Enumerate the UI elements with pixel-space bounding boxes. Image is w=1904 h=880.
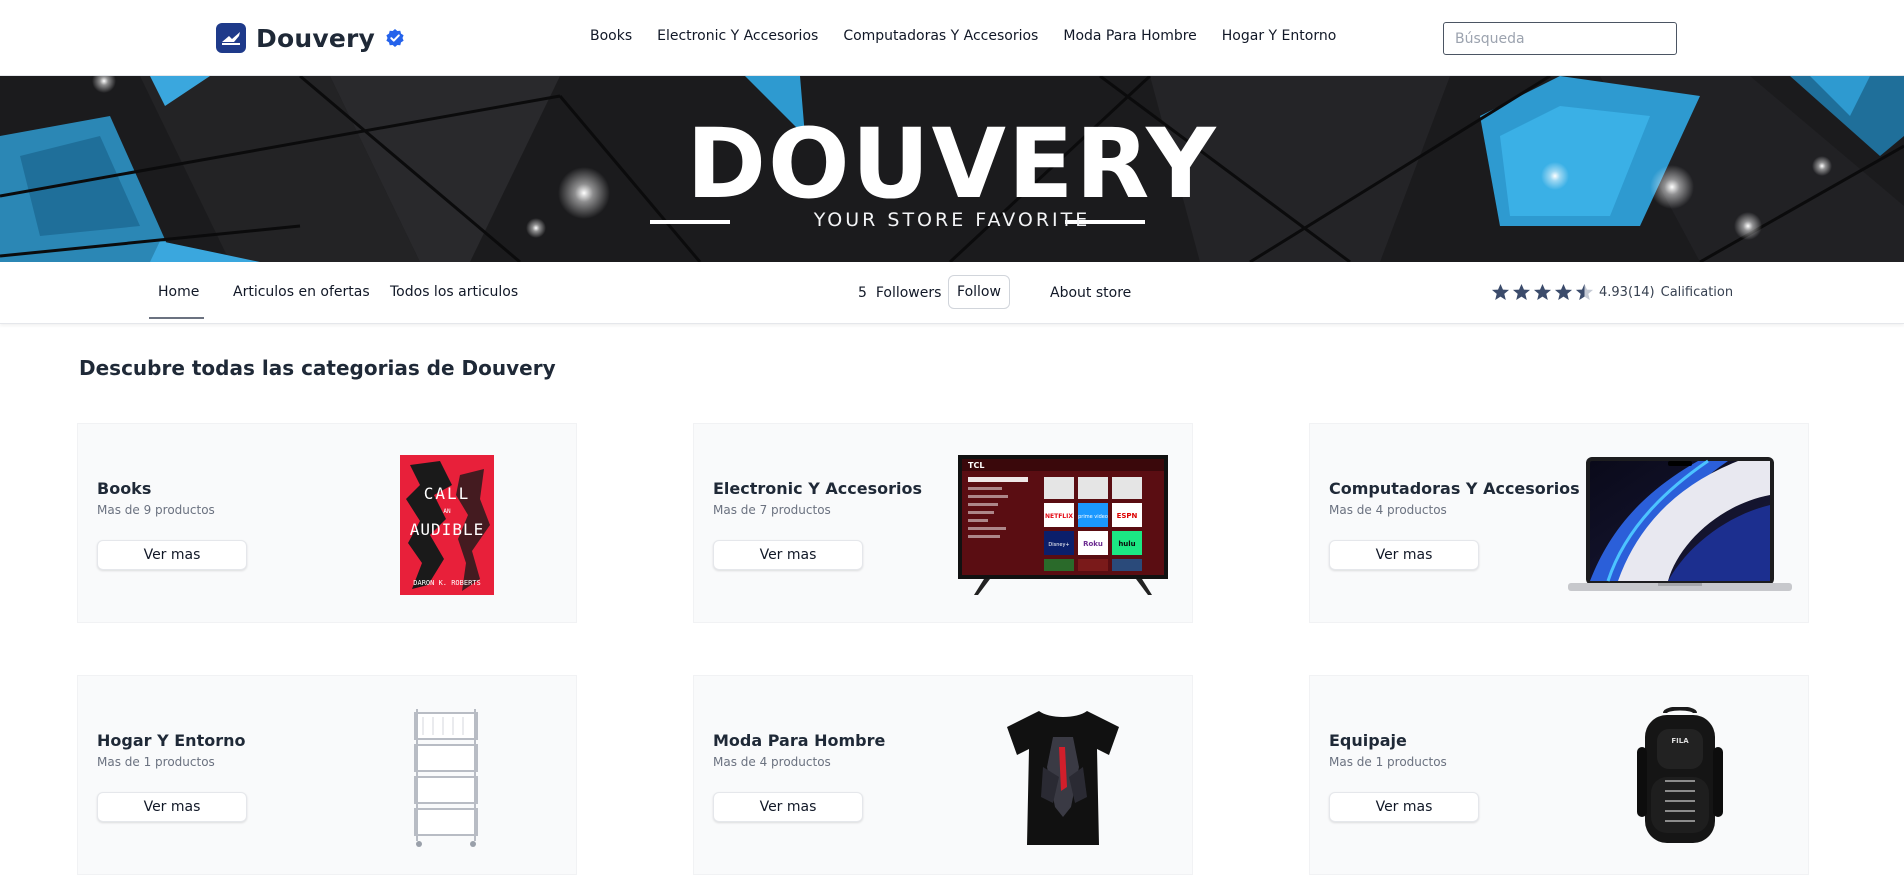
tv-tile-disney: Disney+ [1048,542,1069,548]
tab-todos-los-articulos[interactable]: Todos los articulos [390,284,518,300]
nav-link-moda[interactable]: Moda Para Hombre [1063,28,1196,44]
category-count: Mas de 4 productos [713,755,831,769]
tv-tile-roku: Roku [1083,540,1103,548]
tv-image[interactable]: TCL NETFLIX prime video ESPN Disney+ Rok… [958,455,1168,597]
backpack-image[interactable]: FILA [1635,707,1725,849]
category-count: Mas de 4 productos [1329,503,1447,517]
category-nav: Books Electronic Y Accesorios Computador… [590,28,1361,44]
category-name: Moda Para Hombre [713,731,886,750]
section-title: Descubre todas las categorias de Douvery [79,356,556,380]
category-name: Equipaje [1329,731,1407,750]
rating-label: Calification [1660,284,1734,300]
store-bar: Home Articulos en ofertas Todos los arti… [0,262,1904,324]
star-icon [1512,283,1531,301]
tshirt-image[interactable] [1003,707,1123,849]
category-count: Mas de 7 productos [713,503,831,517]
followers-number: 5 [858,285,867,301]
nav-link-electronic[interactable]: Electronic Y Accesorios [657,28,818,44]
ver-mas-button[interactable]: Ver mas [97,792,247,822]
category-name: Hogar Y Entorno [97,731,246,750]
ver-mas-button[interactable]: Ver mas [713,792,863,822]
category-count: Mas de 9 productos [97,503,215,517]
active-tab-indicator [149,317,204,319]
book-author: DARON K. ROBERTS [413,579,480,587]
star-icon [1491,283,1510,301]
follow-button[interactable]: Follow [948,275,1010,309]
store-rating: 4.93(14) Calification [1491,283,1733,301]
tv-tile-hulu: hulu [1118,540,1135,548]
nav-link-hogar[interactable]: Hogar Y Entorno [1222,28,1337,44]
category-card-computadoras[interactable]: Computadoras Y Accesorios Mas de 4 produ… [1309,423,1809,623]
verified-badge-icon [386,29,404,47]
ver-mas-button[interactable]: Ver mas [1329,540,1479,570]
category-card-moda[interactable]: Moda Para Hombre Mas de 4 productos Ver … [693,675,1193,875]
book-cover-image[interactable]: CALL AN AUDIBLE DARON K. ROBERTS [400,455,494,595]
laptop-image[interactable] [1568,455,1792,597]
tv-tile-netflix: NETFLIX [1045,513,1073,520]
category-card-books[interactable]: Books Mas de 9 productos Ver mas CALL AN… [77,423,577,623]
banner-subtitle: YOUR STORE FAVORITE [813,209,1091,231]
ver-mas-button[interactable]: Ver mas [1329,792,1479,822]
backpack-brand: FILA [1671,737,1689,745]
about-store-link[interactable]: About store [1050,285,1131,301]
category-card-hogar[interactable]: Hogar Y Entorno Mas de 1 productos Ver m… [77,675,577,875]
tab-home[interactable]: Home [158,284,199,300]
tab-articulos-en-ofertas[interactable]: Articulos en ofertas [233,284,370,300]
half-star-icon [1575,283,1594,301]
tv-tile-prime: prime video [1078,514,1108,520]
ver-mas-button[interactable]: Ver mas [713,540,863,570]
ver-mas-button[interactable]: Ver mas [97,540,247,570]
category-count: Mas de 1 productos [97,755,215,769]
douvery-logo-icon [216,23,246,53]
rating-value: 4.93(14) [1599,284,1655,300]
category-card-equipaje[interactable]: Equipaje Mas de 1 productos Ver mas FILA [1309,675,1809,875]
star-icon [1554,283,1573,301]
rating-stars [1491,283,1594,301]
category-name: Electronic Y Accesorios [713,479,922,498]
category-name: Books [97,479,152,498]
book-title-line3: AUDIBLE [410,520,484,539]
book-title-line1: CALL [424,484,471,503]
category-card-electronic[interactable]: Electronic Y Accesorios Mas de 7 product… [693,423,1193,623]
brand-name: Douvery [256,23,376,53]
banner-title: DOUVERY [686,108,1218,220]
brand[interactable]: Douvery [216,22,405,54]
nav-link-computadoras[interactable]: Computadoras Y Accesorios [843,28,1038,44]
followers-count: 5 Followers [858,285,941,301]
followers-label: Followers [875,285,942,301]
tv-tile-espn: ESPN [1117,512,1138,520]
nav-link-books[interactable]: Books [590,28,632,44]
star-icon [1533,283,1552,301]
search-input[interactable] [1443,22,1677,55]
book-title-line2: AN [443,508,451,515]
category-count: Mas de 1 productos [1329,755,1447,769]
tv-brand: TCL [968,461,984,470]
store-banner: DOUVERY YOUR STORE FAVORITE [0,76,1904,262]
top-navigation: Douvery Books Electronic Y Accesorios Co… [0,0,1904,76]
category-name: Computadoras Y Accesorios [1329,479,1580,498]
rolling-cart-image[interactable] [409,707,485,849]
